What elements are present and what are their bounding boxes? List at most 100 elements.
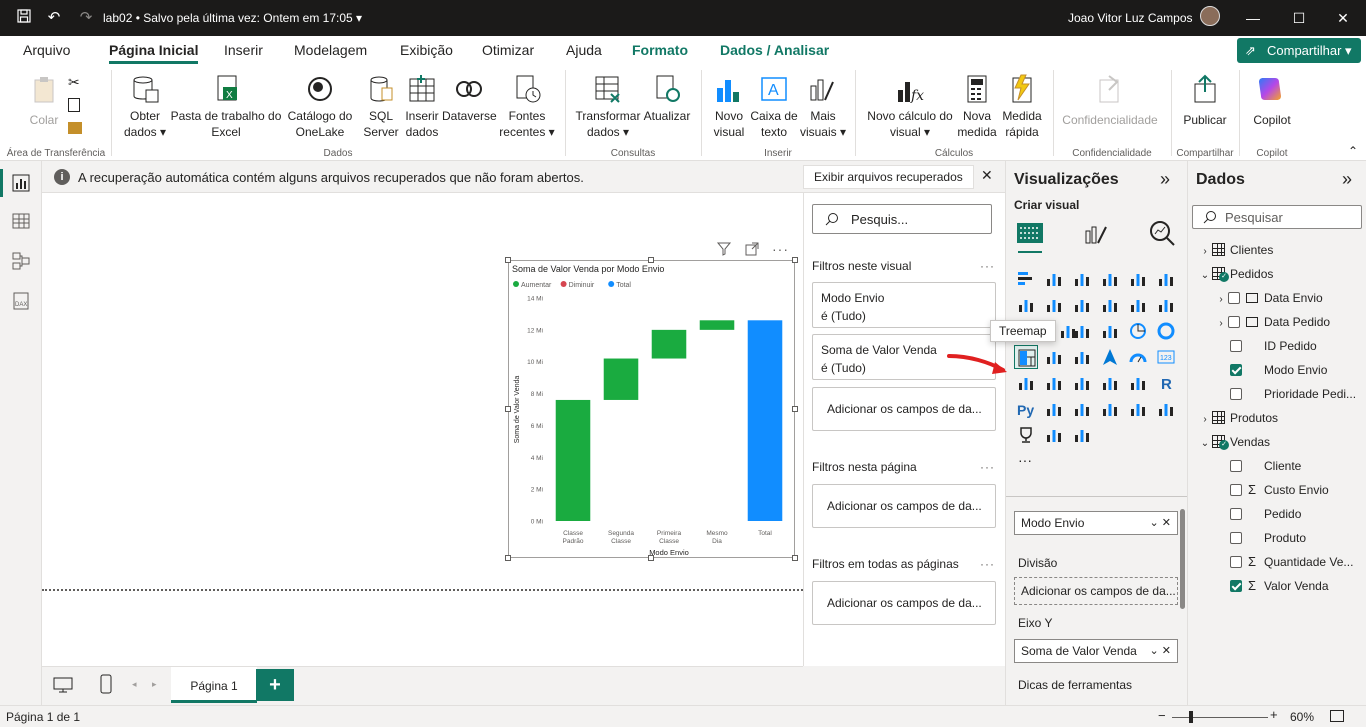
paste-button[interactable]: Colar: [24, 74, 64, 128]
r-visual-icon[interactable]: R: [1154, 371, 1178, 395]
waterfall-chart-visual[interactable]: Soma de Valor Venda por Modo Envio Aument…: [508, 260, 795, 558]
card-icon[interactable]: 123: [1154, 345, 1178, 369]
table-view-icon[interactable]: [11, 211, 31, 231]
field-cliente[interactable]: Cliente: [1230, 454, 1301, 478]
window-title[interactable]: lab02 • Salvo pela última vez: Ontem em …: [103, 11, 362, 25]
paginated-icon[interactable]: [1154, 397, 1178, 421]
more-options-icon[interactable]: ···: [980, 460, 995, 474]
tab-dados-analisar[interactable]: Dados / Analisar: [720, 42, 829, 58]
ribbon-collapse-icon[interactable]: ⌃: [1348, 144, 1358, 158]
cut-icon[interactable]: ✂: [68, 74, 80, 91]
quick-measure-button[interactable]: Medida rápida: [998, 74, 1046, 140]
field-id-pedido[interactable]: ID Pedido: [1230, 334, 1317, 358]
azure-map-icon[interactable]: [1098, 345, 1122, 369]
stacked-bar-icon[interactable]: [1014, 267, 1038, 291]
add-page-button[interactable]: +: [256, 669, 294, 701]
chevron-down-icon[interactable]: ⌄ ✕: [1150, 640, 1172, 662]
field-data-envio[interactable]: › Data Envio: [1214, 286, 1322, 310]
x-axis-field[interactable]: Modo Envio ⌄ ✕: [1014, 511, 1178, 535]
matrix-icon[interactable]: [1126, 371, 1150, 395]
undo-icon[interactable]: ↶: [44, 8, 64, 28]
table-visual-icon[interactable]: [1098, 371, 1122, 395]
100-bar-icon[interactable]: [1126, 267, 1150, 291]
treemap-icon[interactable]: [1014, 345, 1038, 369]
line-clustered-column-icon[interactable]: [1126, 293, 1150, 317]
map-icon[interactable]: [1042, 345, 1066, 369]
field-custo-envio[interactable]: Σ Custo Envio: [1230, 478, 1329, 502]
table-vendas[interactable]: ⌄Vendas: [1198, 430, 1270, 454]
new-visual-calc-button[interactable]: fx Novo cálculo do visual ▾: [864, 74, 956, 140]
scatter-icon[interactable]: [1098, 319, 1122, 343]
filter-drop-all-pages[interactable]: Adicionar os campos de da...: [812, 581, 996, 625]
field-prioridade-pedido[interactable]: Prioridade Pedi...: [1230, 382, 1356, 406]
stacked-column-icon[interactable]: [1042, 267, 1066, 291]
breakdown-drop[interactable]: Adicionar os campos de da...: [1014, 577, 1178, 605]
field-valor-venda[interactable]: Σ Valor Venda: [1230, 574, 1329, 598]
table-pedidos[interactable]: ⌄Pedidos: [1198, 262, 1273, 286]
power-apps-icon[interactable]: [1042, 423, 1066, 447]
power-automate-icon[interactable]: [1070, 423, 1094, 447]
share-button[interactable]: ⇗ Compartilhar ▾: [1237, 38, 1361, 63]
stacked-area-icon[interactable]: [1070, 293, 1094, 317]
minimize-icon[interactable]: —: [1230, 0, 1276, 36]
avatar[interactable]: [1200, 6, 1220, 26]
area-icon[interactable]: [1042, 293, 1066, 317]
filter-search-input[interactable]: Pesquis...: [812, 204, 992, 234]
tab-otimizar[interactable]: Otimizar: [482, 42, 534, 58]
funnel-icon[interactable]: [1070, 319, 1094, 343]
filter-card-modo-envio[interactable]: Modo Envio é (Tudo): [812, 282, 996, 328]
excel-workbook-button[interactable]: X Pasta de trabalho do Excel: [170, 74, 282, 140]
filled-map-icon[interactable]: [1070, 345, 1094, 369]
multi-row-card-icon[interactable]: [1014, 371, 1038, 395]
format-visual-tab[interactable]: [1080, 217, 1112, 249]
tab-exibicao[interactable]: Exibição: [400, 42, 453, 58]
redo-icon[interactable]: ↷: [76, 8, 96, 28]
filter-drop-page[interactable]: Adicionar os campos de da...: [812, 484, 996, 528]
report-view-icon[interactable]: [0, 169, 31, 197]
collapse-icon[interactable]: »: [1342, 169, 1352, 190]
get-data-button[interactable]: Obter dados ▾: [118, 74, 172, 140]
field-quantidade-vendida[interactable]: Σ Quantidade Ve...: [1230, 550, 1353, 574]
field-pedido[interactable]: Pedido: [1230, 502, 1301, 526]
page-tab-1[interactable]: Página 1: [171, 667, 257, 703]
goals-icon[interactable]: [1014, 423, 1038, 447]
new-measure-button[interactable]: Nova medida: [956, 74, 998, 140]
donut-icon[interactable]: [1154, 319, 1178, 343]
textbox-button[interactable]: A Caixa de texto: [750, 74, 798, 140]
tab-ajuda[interactable]: Ajuda: [566, 42, 602, 58]
copilot-button[interactable]: Copilot: [1248, 74, 1296, 128]
fit-to-page-icon[interactable]: [1330, 710, 1344, 722]
show-recovered-files-button[interactable]: Exibir arquivos recuperados: [803, 165, 974, 189]
tab-formato[interactable]: Formato: [632, 42, 688, 58]
format-painter-icon[interactable]: [68, 122, 82, 134]
gauge-icon[interactable]: [1126, 345, 1150, 369]
pie-icon[interactable]: [1126, 319, 1150, 343]
more-options-icon[interactable]: ···: [980, 259, 995, 273]
dax-query-view-icon[interactable]: DAX: [11, 291, 31, 311]
qa-icon[interactable]: [1098, 397, 1122, 421]
line-icon[interactable]: [1014, 293, 1038, 317]
close-icon[interactable]: ✕: [1320, 0, 1366, 36]
field-modo-envio[interactable]: Modo Envio: [1230, 358, 1327, 382]
onelake-button[interactable]: Catálogo do OneLake: [282, 74, 358, 140]
more-options-icon[interactable]: ···: [980, 557, 995, 571]
publish-button[interactable]: Publicar: [1180, 74, 1230, 128]
y-axis-field[interactable]: Soma de Valor Venda ⌄ ✕: [1014, 639, 1178, 663]
filter-drop-visual[interactable]: Adicionar os campos de da...: [812, 387, 996, 431]
slicer-icon[interactable]: [1070, 371, 1094, 395]
zoom-slider[interactable]: [1172, 717, 1268, 718]
close-icon[interactable]: ✕: [981, 167, 993, 184]
tab-modelagem[interactable]: Modelagem: [294, 42, 367, 58]
sql-server-button[interactable]: SQL Server: [360, 74, 402, 140]
tab-pagina-inicial[interactable]: Página Inicial: [109, 42, 199, 64]
more-visuals-button[interactable]: Mais visuais ▾: [798, 74, 848, 140]
clustered-bar-icon[interactable]: [1070, 267, 1094, 291]
new-visual-button[interactable]: Novo visual: [708, 74, 750, 140]
python-visual-icon[interactable]: Py: [1014, 397, 1038, 421]
prev-page-icon[interactable]: ◂: [132, 679, 137, 690]
data-search-input[interactable]: Pesquisar: [1192, 205, 1362, 229]
maximize-icon[interactable]: ☐: [1276, 0, 1322, 36]
user-name[interactable]: Joao Vitor Luz Campos: [1068, 11, 1193, 25]
sensitivity-button[interactable]: Confidencialidade: [1060, 74, 1160, 128]
more-visuals-icon[interactable]: ···: [1014, 449, 1038, 473]
